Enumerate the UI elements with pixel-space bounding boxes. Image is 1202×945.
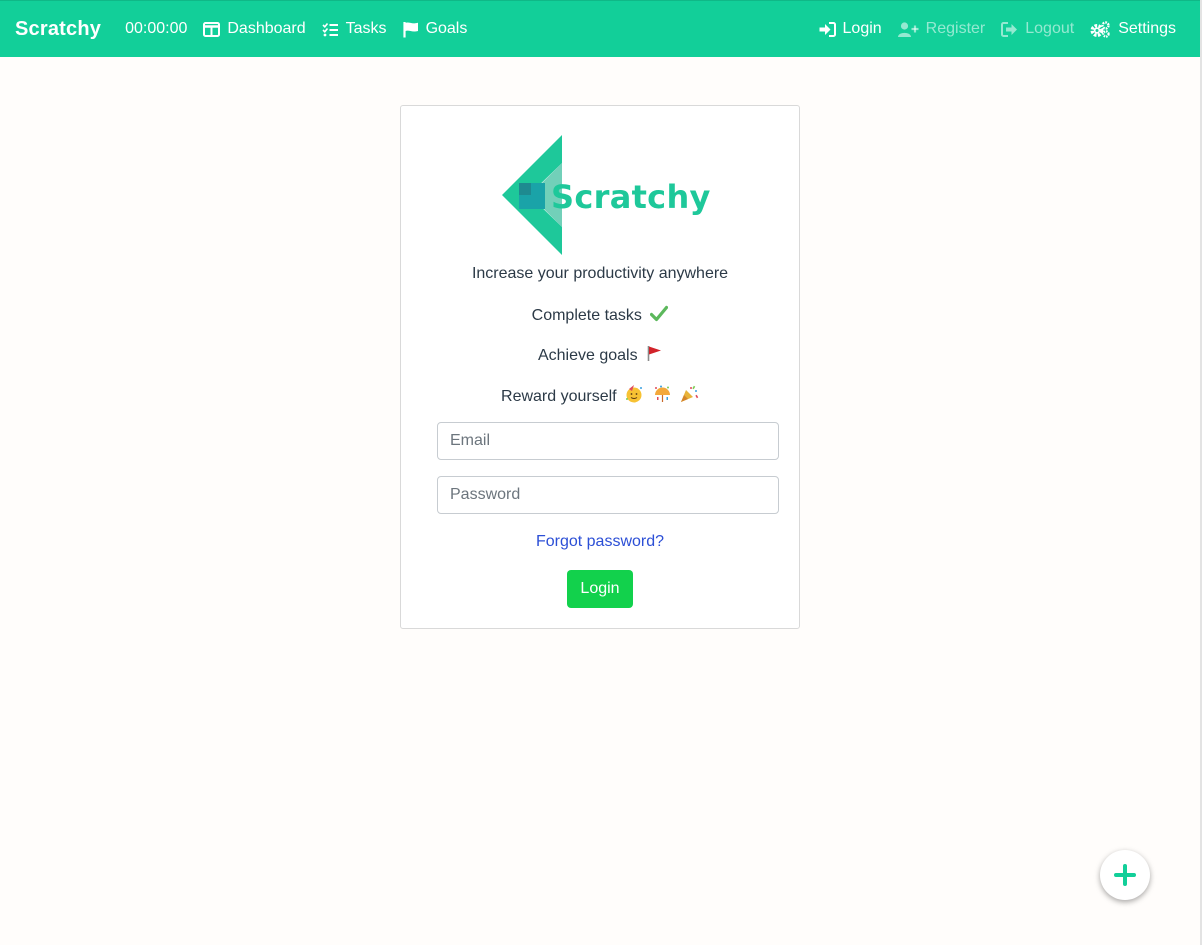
feature-complete-tasks: Complete tasks [401,305,799,325]
sign-in-icon [819,21,836,37]
feature-reward-yourself: Reward yourself [401,385,799,406]
sign-out-icon [1001,21,1018,37]
logo-text: Scratchy [551,178,711,216]
nav-dashboard-label: Dashboard [227,20,306,37]
tagline: Increase your productivity anywhere [471,265,729,282]
nav-settings-label: Settings [1118,20,1176,37]
nav-login-label: Login [842,20,882,37]
brand-logo-text[interactable]: Scratchy [15,18,101,41]
login-button[interactable]: Login [567,570,633,608]
partying-face-emoji-icon [626,385,643,403]
nav-register-label: Register [925,20,986,37]
nav-right: Login Register Logout Settings [819,20,1185,38]
nav-tasks-label: Tasks [345,20,387,37]
cogs-icon [1090,20,1110,38]
nav-logout-label: Logout [1025,20,1075,37]
check-mark-emoji-icon [650,305,669,322]
app-window: Scratchy 00:00:00 Dashboard Tasks Goals … [0,0,1202,945]
nav-tasks[interactable]: Tasks [322,20,387,38]
password-field[interactable] [437,476,779,514]
nav-login[interactable]: Login [819,20,882,38]
email-field[interactable] [437,422,779,460]
nav-register[interactable]: Register [897,20,986,38]
tasks-icon [322,22,338,36]
user-plus-icon [897,21,919,37]
feature-text: Reward yourself [501,388,617,405]
nav-left: Scratchy 00:00:00 Dashboard Tasks Goals [15,18,483,41]
forgot-password-link[interactable]: Forgot password? [401,533,799,551]
timer-display: 00:00:00 [125,20,188,37]
plus-icon [1114,864,1136,886]
confetti-ball-emoji-icon [654,385,670,402]
feature-text: Complete tasks [531,307,642,324]
party-popper-emoji-icon [680,385,699,402]
top-navbar: Scratchy 00:00:00 Dashboard Tasks Goals … [0,0,1200,57]
red-flag-emoji-icon [647,346,662,361]
nav-goals[interactable]: Goals [402,20,468,38]
feature-text: Achieve goals [537,347,638,364]
nav-settings[interactable]: Settings [1090,20,1176,38]
feature-achieve-goals: Achieve goals [401,345,799,365]
nav-logout[interactable]: Logout [1001,20,1074,38]
nav-goals-label: Goals [425,20,468,37]
login-card: Scratchy Increase your productivity anyw… [400,105,800,629]
nav-dashboard[interactable]: Dashboard [203,20,306,38]
flag-icon [402,21,418,37]
add-button[interactable] [1100,850,1150,900]
columns-icon [203,21,221,37]
